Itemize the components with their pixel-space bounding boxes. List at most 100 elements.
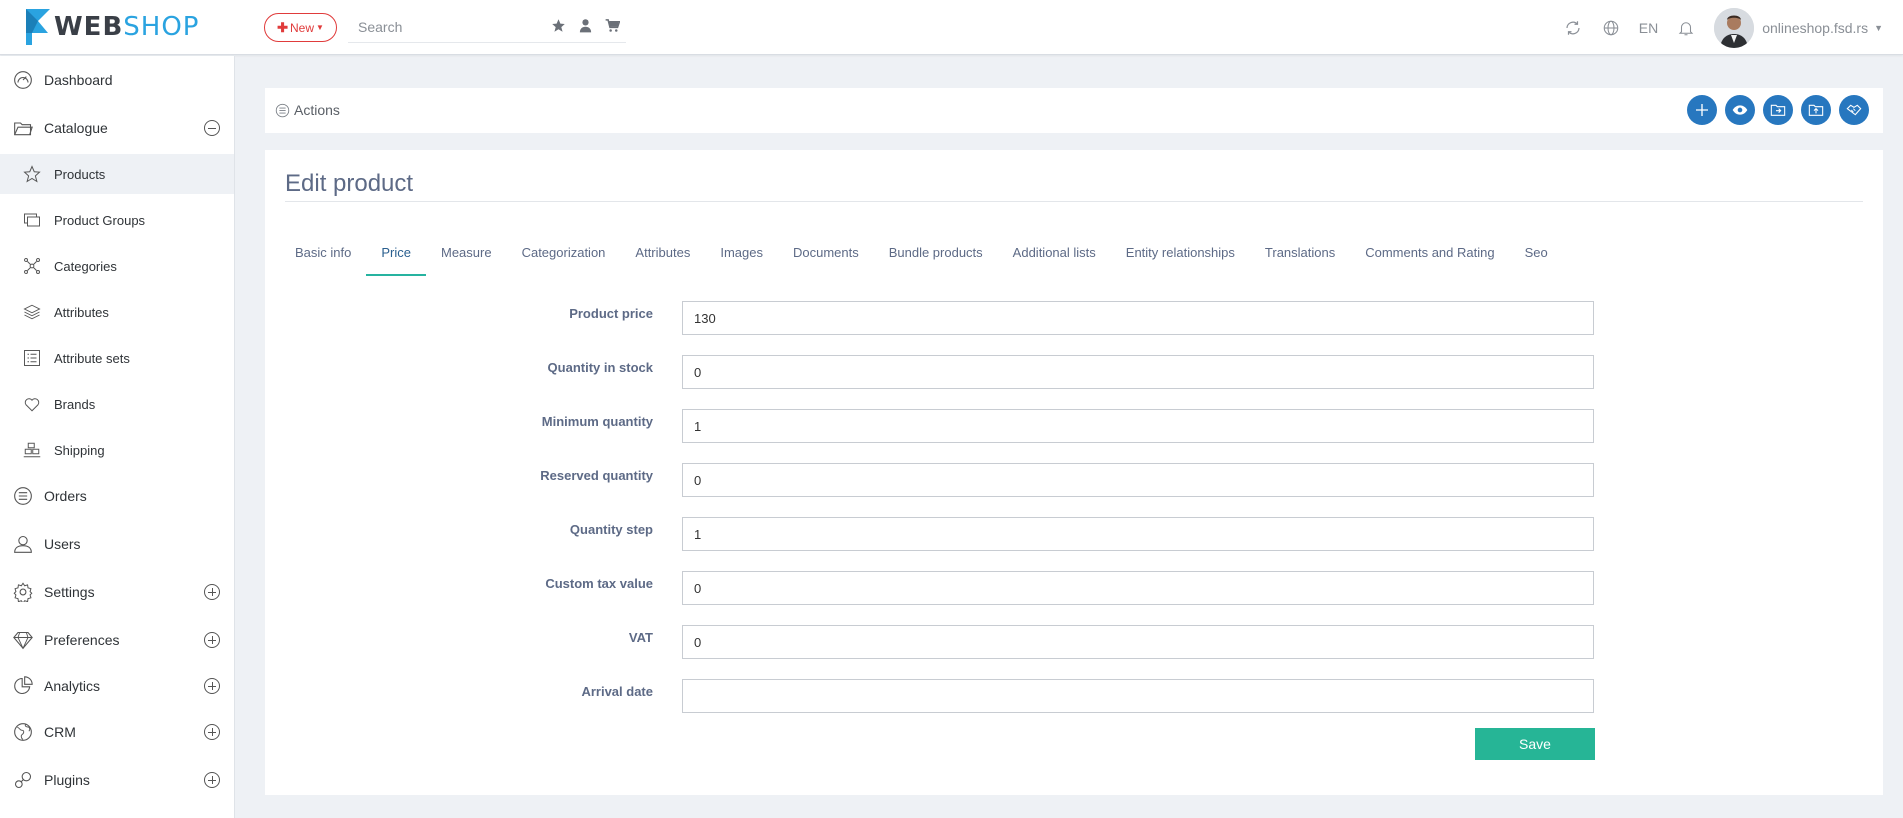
expand-icon[interactable] <box>204 678 220 694</box>
arrival-date-field[interactable] <box>682 679 1594 713</box>
actions-bar: Actions <box>265 88 1883 133</box>
dashboard-icon <box>12 69 34 91</box>
quantity-in-stock-field[interactable] <box>682 355 1594 389</box>
expand-icon[interactable] <box>204 584 220 600</box>
form-row-quantity-step: Quantity step <box>265 517 1883 551</box>
collapse-icon[interactable] <box>204 120 220 136</box>
partners-button[interactable] <box>1839 95 1869 125</box>
sidebar-item-label: Catalogue <box>44 120 108 136</box>
sidebar-item-label: Preferences <box>44 632 120 648</box>
tab-basic-info[interactable]: Basic info <box>280 240 366 276</box>
plugins-icon <box>12 769 34 791</box>
eye-icon <box>1732 105 1748 115</box>
user-name[interactable]: onlineshop.fsd.rs <box>1762 20 1868 36</box>
sidebar-item-label: Plugins <box>44 772 90 788</box>
language-selector[interactable]: EN <box>1639 20 1658 36</box>
expand-icon[interactable] <box>204 632 220 648</box>
add-icon <box>1696 104 1708 116</box>
sidebar-item-shipping[interactable]: Shipping <box>0 430 234 470</box>
sidebar-item-crm[interactable]: CRM <box>0 712 234 752</box>
sidebar-item-plugins[interactable]: Plugins <box>0 760 234 800</box>
users-icon <box>12 533 34 555</box>
form-row-vat: VAT <box>265 625 1883 659</box>
tab-seo[interactable]: Seo <box>1510 240 1563 276</box>
sidebar-item-brands[interactable]: Brands <box>0 384 234 424</box>
sidebar-item-attribute-sets[interactable]: Attribute sets <box>0 338 234 378</box>
tab-images[interactable]: Images <box>705 240 778 276</box>
custom-tax-value-field[interactable] <box>682 571 1594 605</box>
sidebar-item-label: Shipping <box>54 442 105 458</box>
user-icon[interactable] <box>578 18 593 33</box>
sidebar-item-label: Users <box>44 536 81 552</box>
actions-menu[interactable]: Actions <box>275 102 340 118</box>
globe-icon[interactable] <box>1601 18 1621 38</box>
sidebar-item-label: CRM <box>44 724 76 740</box>
sidebar-item-product-groups[interactable]: Product Groups <box>0 200 234 240</box>
vat-field[interactable] <box>682 625 1594 659</box>
expand-icon[interactable] <box>204 772 220 788</box>
search-input[interactable] <box>348 12 538 42</box>
refresh-icon[interactable] <box>1563 18 1583 38</box>
product-price-field[interactable] <box>682 301 1594 335</box>
form-row-minimum-quantity: Minimum quantity <box>265 409 1883 443</box>
upload-button[interactable] <box>1801 95 1831 125</box>
sidebar-item-categories[interactable]: Categories <box>0 246 234 286</box>
favorites-star-icon[interactable] <box>551 18 566 33</box>
tab-bundle-products[interactable]: Bundle products <box>874 240 998 276</box>
tab-bar: Basic info Price Measure Categorization … <box>280 240 1563 276</box>
tab-measure[interactable]: Measure <box>426 240 507 276</box>
sidebar-item-label: Analytics <box>44 678 101 694</box>
tab-additional-lists[interactable]: Additional lists <box>998 240 1111 276</box>
sidebar-item-products[interactable]: Products <box>0 154 234 194</box>
sidebar-item-preferences[interactable]: Preferences <box>0 620 234 660</box>
vat-label: VAT <box>628 630 653 645</box>
sidebar-item-users[interactable]: Users <box>0 524 234 564</box>
menu-list-icon <box>275 103 290 118</box>
tab-translations[interactable]: Translations <box>1250 240 1350 276</box>
sidebar-item-attributes[interactable]: Attributes <box>0 292 234 332</box>
avatar[interactable] <box>1714 7 1755 48</box>
tab-attributes[interactable]: Attributes <box>620 240 705 276</box>
sidebar-item-label: Attribute sets <box>54 350 130 366</box>
minimum-quantity-field[interactable] <box>682 409 1594 443</box>
quantity-step-label: Quantity step <box>569 522 653 537</box>
sidebar: Dashboard Catalogue Products Product Gro… <box>0 56 235 818</box>
page-title: Edit product <box>285 170 414 197</box>
sidebar-item-label: Product Groups <box>54 212 146 228</box>
sidebar-item-catalogue[interactable]: Catalogue <box>0 108 234 148</box>
sidebar-item-orders[interactable]: Orders <box>0 476 234 516</box>
star-icon <box>22 164 42 184</box>
tab-price[interactable]: Price <box>366 240 426 276</box>
add-button[interactable] <box>1687 95 1717 125</box>
sidebar-item-analytics[interactable]: Analytics <box>0 666 234 706</box>
tab-categorization[interactable]: Categorization <box>507 240 621 276</box>
chevron-down-icon[interactable]: ▼ <box>1874 23 1883 33</box>
tab-comments-and-rating[interactable]: Comments and Rating <box>1350 240 1509 276</box>
bell-icon[interactable] <box>1676 18 1696 38</box>
sidebar-item-label: Settings <box>44 584 95 600</box>
cart-icon[interactable] <box>605 18 621 33</box>
folder-icon <box>12 117 34 139</box>
diamond-icon <box>12 629 34 651</box>
list-icon <box>22 348 42 368</box>
folder-export-icon <box>1770 104 1786 116</box>
logo[interactable]: WEBSHOP <box>24 7 199 47</box>
preview-button[interactable] <box>1725 95 1755 125</box>
reserved-quantity-field[interactable] <box>682 463 1594 497</box>
tab-entity-relationships[interactable]: Entity relationships <box>1111 240 1250 276</box>
product-groups-icon <box>22 210 42 230</box>
globe-icon <box>12 721 34 743</box>
quantity-step-field[interactable] <box>682 517 1594 551</box>
divider <box>285 201 1863 202</box>
handshake-icon <box>1846 104 1862 116</box>
tab-documents[interactable]: Documents <box>778 240 874 276</box>
plus-icon: ✚ <box>277 19 288 35</box>
save-button[interactable]: Save <box>1475 728 1595 760</box>
new-button[interactable]: ✚ New ▼ <box>264 13 337 42</box>
sidebar-item-dashboard[interactable]: Dashboard <box>0 60 234 100</box>
expand-icon[interactable] <box>204 724 220 740</box>
sidebar-item-settings[interactable]: Settings <box>0 572 234 612</box>
sidebar-item-label: Brands <box>54 396 96 412</box>
chevron-down-icon: ▼ <box>316 23 324 32</box>
export-button[interactable] <box>1763 95 1793 125</box>
